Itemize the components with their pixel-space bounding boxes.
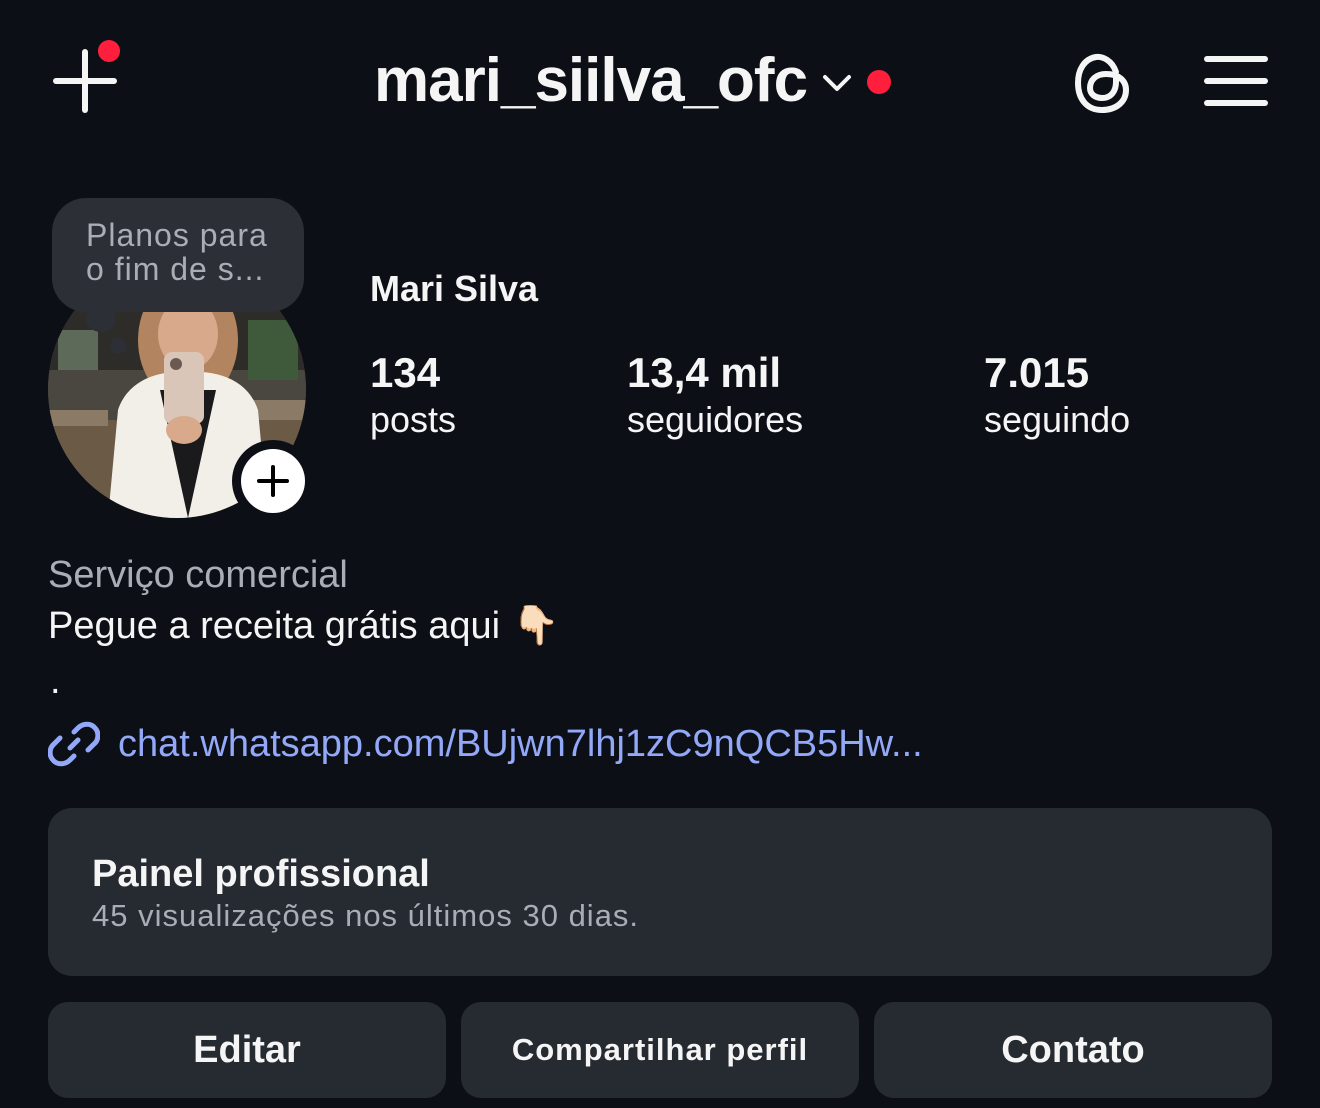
- bio-extra-line: .: [50, 660, 61, 702]
- note-text-line2: o fim de s...: [86, 251, 265, 287]
- following-count: 7.015: [984, 349, 1090, 396]
- username-title: mari_siilva_ofc: [374, 45, 808, 115]
- menu-icon: [1204, 56, 1268, 106]
- posts-stat[interactable]: 134 posts: [370, 348, 456, 442]
- bio-text: Pegue a receita grátis aqui: [48, 604, 501, 647]
- notification-dot: [867, 70, 892, 94]
- account-switcher[interactable]: mari_siilva_ofc: [374, 40, 892, 120]
- threads-button[interactable]: [1072, 50, 1134, 116]
- following-label: seguindo: [984, 399, 1131, 440]
- following-stat[interactable]: 7.015 seguindo: [984, 348, 1130, 442]
- followers-stat[interactable]: 13,4 mil seguidores: [627, 348, 803, 442]
- posts-count: 134: [370, 349, 441, 396]
- share-profile-button[interactable]: Compartilhar perfil: [461, 1002, 859, 1098]
- followers-label: seguidores: [627, 399, 804, 440]
- new-post-button[interactable]: [52, 40, 120, 114]
- plus-icon: [257, 465, 289, 497]
- notification-dot: [98, 40, 120, 62]
- display-name: Mari Silva: [370, 268, 539, 309]
- panel-subtitle: 45 visualizações nos últimos 30 dias.: [92, 898, 640, 933]
- posts-label: posts: [370, 399, 457, 440]
- bio-link[interactable]: chat.whatsapp.com/BUjwn7lhj1zC9nQCB5Hw..…: [48, 718, 923, 770]
- add-story-circle: [241, 449, 305, 513]
- note-bubble[interactable]: Planos para o fim de s...: [52, 198, 304, 312]
- bio-text-row: Pegue a receita grátis aqui 👇🏻: [48, 604, 559, 648]
- bio-link-text[interactable]: chat.whatsapp.com/BUjwn7lhj1zC9nQCB5Hw..…: [118, 723, 923, 766]
- link-icon: [48, 721, 100, 767]
- chevron-down-icon: [823, 75, 852, 91]
- panel-title: Painel profissional: [92, 853, 430, 895]
- add-story-button[interactable]: [232, 440, 314, 522]
- menu-button[interactable]: [1204, 54, 1268, 108]
- followers-count: 13,4 mil: [627, 349, 782, 396]
- note-bubble-tail: [110, 338, 126, 354]
- contact-button[interactable]: Contato: [874, 1002, 1272, 1098]
- threads-icon: [1075, 53, 1129, 113]
- edit-profile-button[interactable]: Editar: [48, 1002, 446, 1098]
- pointing-down-emoji: 👇🏻: [512, 605, 560, 647]
- note-text-line1: Planos para: [86, 217, 268, 253]
- business-category: Serviço comercial: [48, 554, 348, 596]
- professional-dashboard[interactable]: Painel profissional 45 visualizações nos…: [48, 808, 1272, 976]
